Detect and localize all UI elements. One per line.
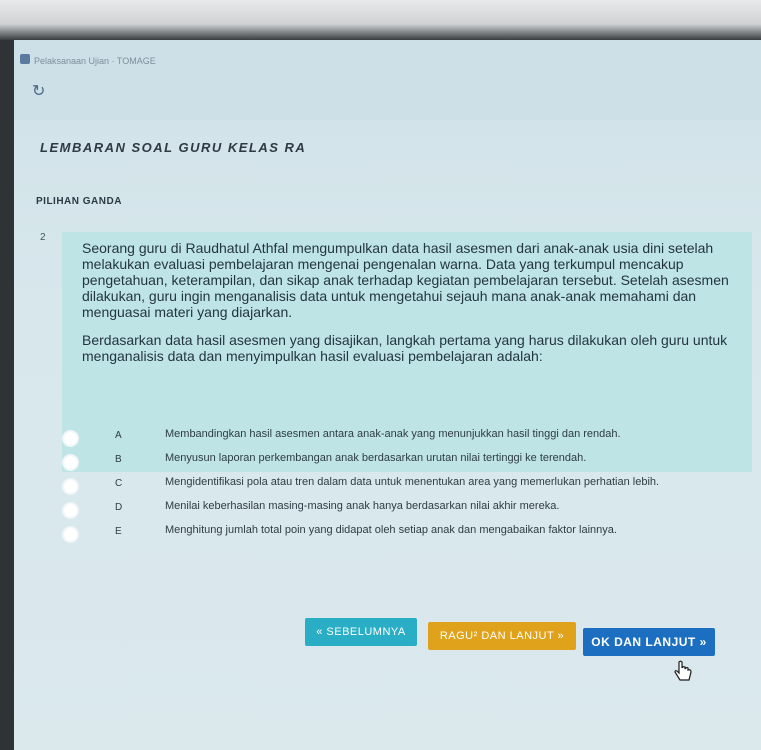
option-letter: A: [115, 430, 122, 441]
question-paragraph: Seorang guru di Raudhatul Athfal mengump…: [82, 240, 729, 320]
page-title: LEMBARAN SOAL GURU KELAS RA: [40, 140, 307, 155]
option-letter: C: [115, 478, 123, 489]
radio-button[interactable]: [62, 430, 79, 447]
monitor-bezel-left: [0, 40, 14, 750]
option-letter: B: [115, 454, 122, 465]
radio-button[interactable]: [62, 502, 79, 519]
radio-button[interactable]: [62, 526, 79, 543]
question-number: 2: [40, 232, 46, 243]
app-header: [14, 40, 761, 120]
doubt-and-next-button[interactable]: RAGU² DAN LANJUT »: [428, 622, 576, 650]
app-icon: [20, 54, 30, 64]
answer-options: A Membandingkan hasil asesmen antara ana…: [54, 428, 734, 548]
monitor-screen: Pelaksanaan Ujian · TOMAGE ↻ LEMBARAN SO…: [0, 0, 761, 750]
question-prompt: Berdasarkan data hasil asesmen yang disa…: [82, 332, 728, 364]
option-text: Menghitung jumlah total poin yang didapa…: [165, 524, 617, 536]
section-label: PILIHAN GANDA: [36, 196, 122, 207]
option-text: Menyusun laporan perkembangan anak berda…: [165, 452, 587, 464]
option-c[interactable]: C Mengidentifikasi pola atau tren dalam …: [54, 476, 734, 500]
option-d[interactable]: D Menilai keberhasilan masing-masing ana…: [54, 500, 734, 524]
previous-button[interactable]: « SEBELUMNYA: [305, 618, 417, 646]
option-e[interactable]: E Menghitung jumlah total poin yang dida…: [54, 524, 734, 548]
monitor-bezel: [0, 0, 761, 40]
question-text: Seorang guru di Raudhatul Athfal mengump…: [82, 240, 742, 376]
option-text: Mengidentifikasi pola atau tren dalam da…: [165, 476, 660, 488]
radio-button[interactable]: [62, 478, 79, 495]
app-title: Pelaksanaan Ujian · TOMAGE: [34, 56, 156, 66]
hand-cursor-icon: [674, 660, 692, 681]
option-text: Menilai keberhasilan masing-masing anak …: [165, 500, 560, 512]
option-b[interactable]: B Menyusun laporan perkembangan anak ber…: [54, 452, 734, 476]
option-letter: E: [115, 526, 122, 537]
ok-and-next-button[interactable]: OK DAN LANJUT »: [583, 628, 715, 656]
option-text: Membandingkan hasil asesmen antara anak-…: [165, 428, 621, 440]
radio-button[interactable]: [62, 454, 79, 471]
refresh-icon[interactable]: ↻: [32, 84, 46, 100]
option-letter: D: [115, 502, 123, 513]
option-a[interactable]: A Membandingkan hasil asesmen antara ana…: [54, 428, 734, 452]
